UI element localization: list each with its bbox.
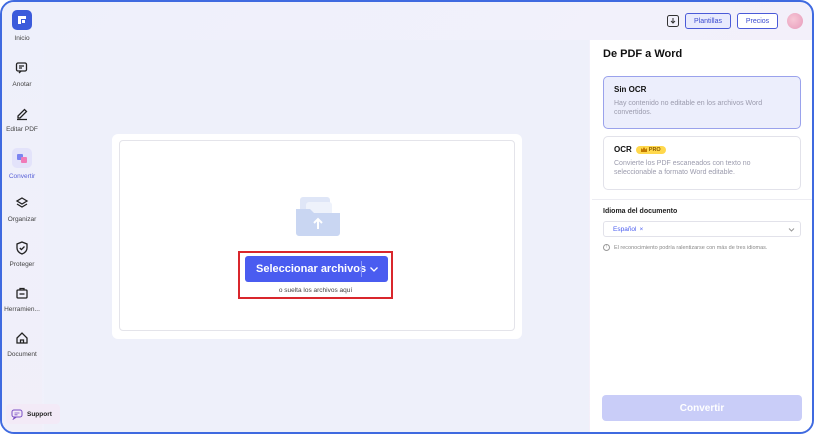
sidebar-item-label: Editar PDF [6,126,38,133]
chevron-down-icon[interactable] [369,264,379,274]
sidebar-item-label: Anotar [12,81,32,88]
sidebar-item-label: Convertir [8,173,36,180]
convert-icon [12,148,32,168]
dropzone[interactable] [119,140,515,331]
panel-title: De PDF a Word [603,48,683,60]
sidebar-item-herramientas[interactable]: Herramien... [2,285,42,313]
sidebar-item-organizar[interactable]: Organizar [2,195,42,223]
chat-icon [11,409,23,420]
language-select[interactable]: Español × [603,221,801,237]
option-ocr[interactable]: OCR PRO Convierte los PDF escaneados con… [603,136,801,190]
sidebar-item-anotar[interactable]: Anotar [2,60,42,88]
upload-card [112,134,522,339]
drop-hint: o suelta los archivos aquí [278,287,353,294]
templates-button[interactable]: Plantillas [685,13,731,29]
sidebar: Inicio Anotar Editar PDF Convertir Organ… [2,2,42,432]
language-tag: Español × [610,224,646,234]
warning-text: El reconocimiento podría ralentizarse co… [614,244,768,251]
support-button[interactable]: Support [6,404,60,424]
sidebar-item-label: Organizar [7,216,37,223]
option-description: Hay contenido no editable en los archivo… [614,100,763,116]
sidebar-item-label: Proteger [9,261,35,268]
chevron-down-icon[interactable] [788,226,795,233]
edit-icon [17,108,28,121]
language-warning: ! El reconocimiento podría ralentizarse … [603,244,767,251]
language-tag-label: Español [613,225,637,233]
sidebar-item-label: Inicio [14,35,30,42]
sidebar-item-proteger[interactable]: Proteger [2,240,42,268]
select-files-button[interactable]: Seleccionar archivos [245,256,388,282]
sidebar-item-label: Herramien... [4,306,40,313]
toolbox-icon [16,287,28,299]
convert-button[interactable]: Convertir [602,395,802,421]
support-label: Support [27,410,52,418]
option-title: Sin OCR [614,85,647,94]
panel-divider [592,199,812,200]
sidebar-item-convertir[interactable]: Convertir [2,148,42,180]
layers-icon [15,197,29,208]
sidebar-item-label: Document [7,351,37,358]
download-icon[interactable] [666,14,680,28]
pro-badge-label: PRO [648,146,661,153]
folder-upload-icon [296,197,340,236]
prices-button[interactable]: Precios [737,13,778,29]
option-title-row: OCR PRO [614,145,790,154]
sidebar-item-inicio[interactable]: Inicio [2,10,42,42]
remove-tag-icon[interactable]: × [640,226,644,233]
pro-badge: PRO [635,145,666,154]
option-sin-ocr[interactable]: Sin OCR Hay contenido no editable en los… [603,76,801,129]
option-title: OCR [614,145,632,154]
avatar[interactable] [787,13,803,29]
option-description: Convierte los PDF escaneados con texto n… [614,160,751,176]
sidebar-item-editar-pdf[interactable]: Editar PDF [2,105,42,133]
button-divider [361,261,362,277]
crown-icon [640,147,647,152]
select-files-highlight: Seleccionar archivos o suelta los archiv… [238,251,393,299]
shield-icon [16,241,28,255]
sidebar-item-document[interactable]: Document [2,330,42,358]
app-window: Inicio Anotar Editar PDF Convertir Organ… [0,0,814,434]
select-files-label: Seleccionar archivos [256,263,367,275]
language-title: Idioma del documento [603,208,678,215]
info-icon: ! [603,244,610,251]
app-logo-icon [12,10,32,30]
annotate-icon [15,62,28,74]
main-canvas [44,40,589,432]
home-icon [16,332,28,344]
